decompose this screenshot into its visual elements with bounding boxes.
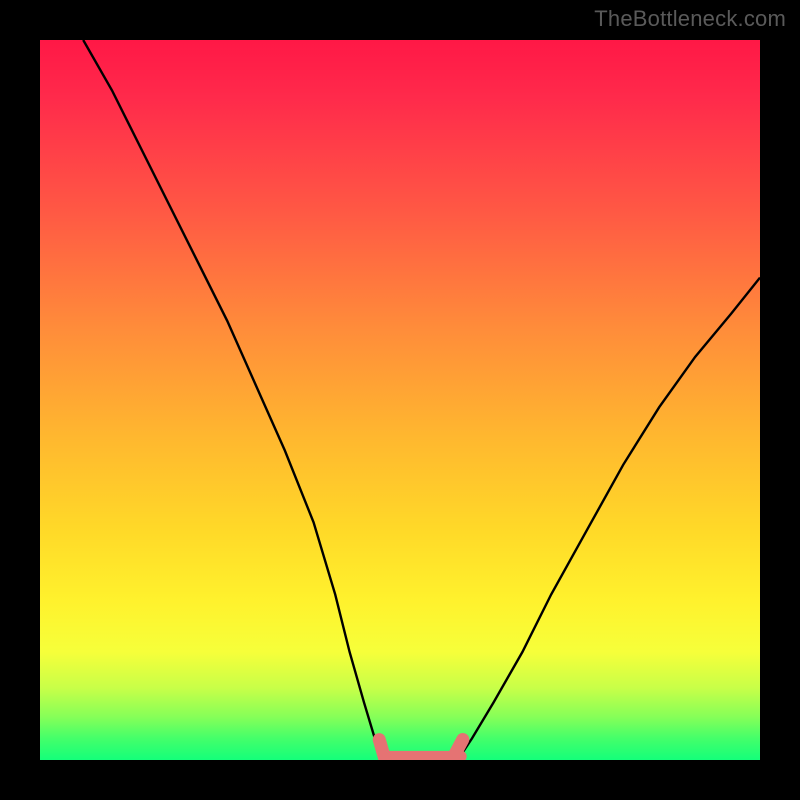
right-curve-path (458, 278, 760, 760)
plot-area (40, 40, 760, 760)
left-end-marker (379, 740, 385, 759)
right-end-marker (452, 740, 462, 759)
watermark-text: TheBottleneck.com (594, 6, 786, 32)
curve-svg (40, 40, 760, 760)
chart-frame: TheBottleneck.com (0, 0, 800, 800)
left-curve-path (83, 40, 382, 760)
